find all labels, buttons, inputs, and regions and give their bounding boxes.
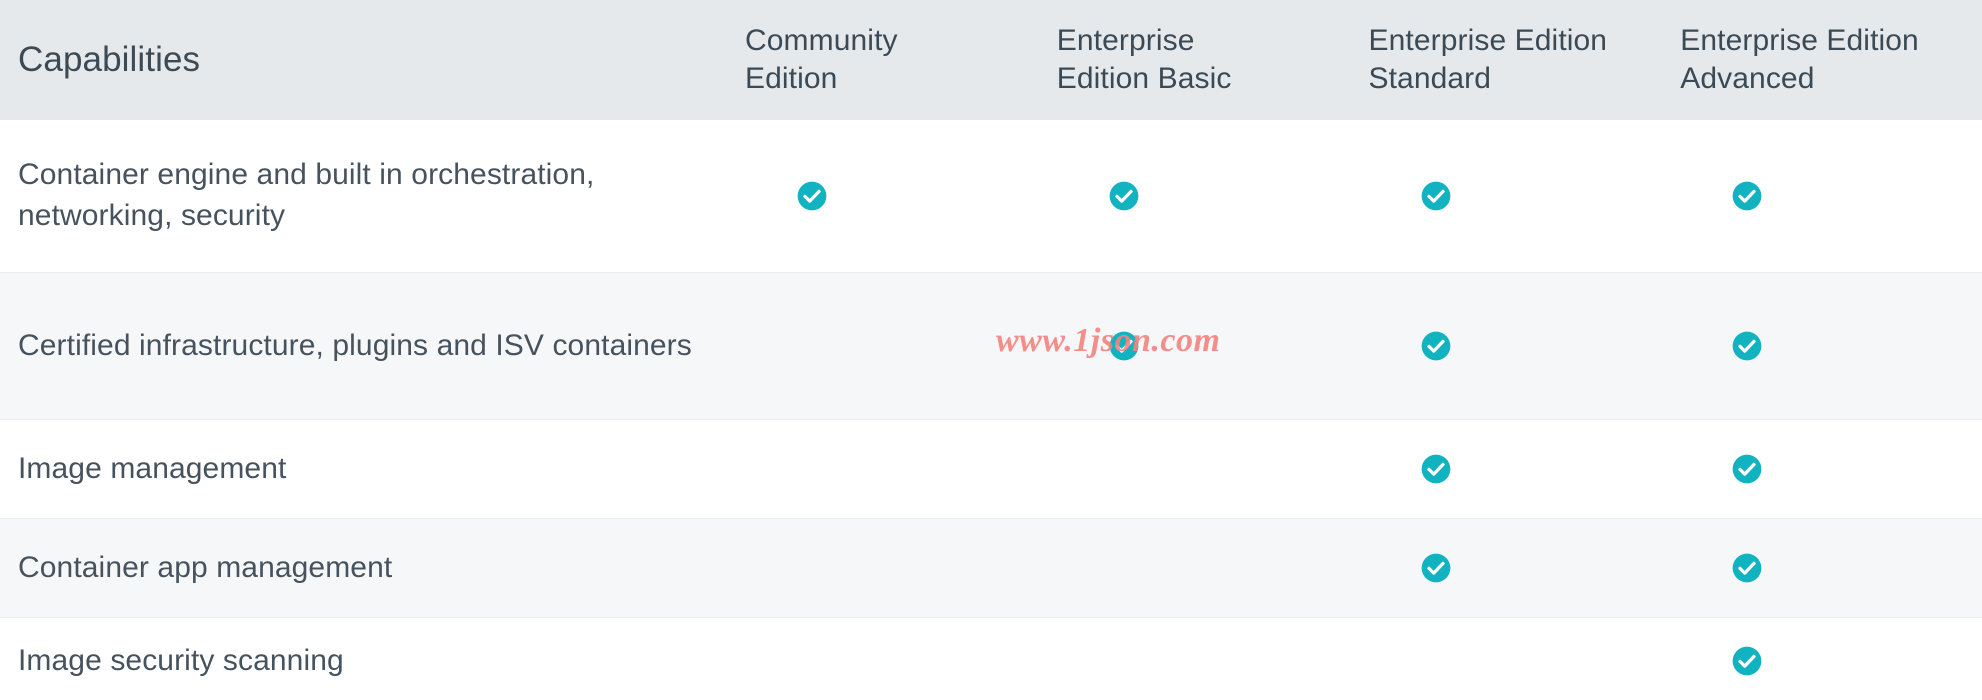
cell-community-edition	[735, 331, 1047, 361]
table-row: Image management	[0, 420, 1982, 519]
cell-community-edition	[735, 181, 1047, 211]
check-circle-icon	[1421, 331, 1451, 361]
header-cell-enterprise-edition-advanced: Enterprise Edition Advanced	[1670, 22, 1982, 98]
row-label: Container engine and built in orchestrat…	[18, 158, 595, 232]
header-label-line1: Enterprise	[1056, 23, 1195, 57]
header-label-line2: Edition Basic	[1056, 62, 1232, 95]
cell-enterprise-edition-advanced	[1670, 553, 1982, 583]
empty-cell-marker	[1109, 553, 1139, 583]
cell-enterprise-edition-advanced	[1670, 646, 1982, 676]
header-cell-community-edition: Community Edition	[735, 22, 1047, 98]
check-circle-icon	[1421, 181, 1451, 211]
cell-enterprise-edition-standard	[1359, 553, 1671, 583]
row-label: Image security scanning	[18, 643, 344, 677]
table-row: Container engine and built in orchestrat…	[0, 120, 1982, 273]
check-circle-icon	[1732, 646, 1762, 676]
cell-enterprise-edition-basic	[1047, 331, 1359, 361]
table-row: Certified infrastructure, plugins and IS…	[0, 273, 1982, 420]
empty-cell-marker	[797, 553, 827, 583]
table-row: Container app management	[0, 519, 1982, 618]
header-cell-enterprise-edition-basic: Enterprise Edition Basic	[1047, 22, 1359, 98]
cell-community-edition	[735, 553, 1047, 583]
cell-enterprise-edition-advanced	[1670, 331, 1982, 361]
table-header-row: Capabilities Community Edition Enterpris…	[0, 0, 1982, 120]
table-body: Container engine and built in orchestrat…	[0, 120, 1982, 700]
cell-enterprise-edition-advanced	[1670, 454, 1982, 484]
header-label-line1: Enterprise Edition	[1368, 23, 1608, 57]
row-label: Container app management	[18, 550, 393, 584]
cell-enterprise-edition-standard	[1359, 646, 1671, 676]
row-label: Image management	[18, 451, 287, 485]
header-cell-enterprise-edition-standard: Enterprise Edition Standard	[1359, 22, 1671, 98]
table-row: Image security scanning	[0, 618, 1982, 700]
cell-enterprise-edition-standard	[1359, 331, 1671, 361]
check-circle-icon	[1109, 181, 1139, 211]
check-circle-icon	[1109, 331, 1139, 361]
header-cell-capabilities: Capabilities	[0, 39, 735, 80]
empty-cell-marker	[1109, 646, 1139, 676]
cell-enterprise-edition-basic	[1047, 181, 1359, 211]
cell-enterprise-edition-basic	[1047, 646, 1359, 676]
cell-enterprise-edition-advanced	[1670, 181, 1982, 211]
cell-enterprise-edition-standard	[1359, 454, 1671, 484]
capabilities-comparison-table: Capabilities Community Edition Enterpris…	[0, 0, 1982, 700]
check-circle-icon	[1732, 454, 1762, 484]
header-label-line2: Edition	[745, 62, 838, 95]
cell-enterprise-edition-basic	[1047, 454, 1359, 484]
check-circle-icon	[1732, 331, 1762, 361]
cell-enterprise-edition-basic	[1047, 553, 1359, 583]
cell-enterprise-edition-standard	[1359, 181, 1671, 211]
empty-cell-marker	[1109, 454, 1139, 484]
cell-community-edition	[735, 454, 1047, 484]
check-circle-icon	[1421, 553, 1451, 583]
header-label-line1: Community	[745, 23, 898, 57]
empty-cell-marker	[797, 331, 827, 361]
cell-community-edition	[735, 646, 1047, 676]
empty-cell-marker	[797, 454, 827, 484]
check-circle-icon	[1732, 181, 1762, 211]
check-circle-icon	[1732, 553, 1762, 583]
check-circle-icon	[797, 181, 827, 211]
header-label-line1: Enterprise Edition	[1680, 23, 1919, 57]
header-label-line2: Standard	[1368, 62, 1492, 95]
row-label: Certified infrastructure, plugins and IS…	[18, 328, 692, 362]
header-label-line2: Advanced	[1680, 62, 1815, 95]
page-title: Capabilities	[18, 40, 201, 80]
check-circle-icon	[1421, 454, 1451, 484]
empty-cell-marker	[797, 646, 827, 676]
empty-cell-marker	[1421, 646, 1451, 676]
